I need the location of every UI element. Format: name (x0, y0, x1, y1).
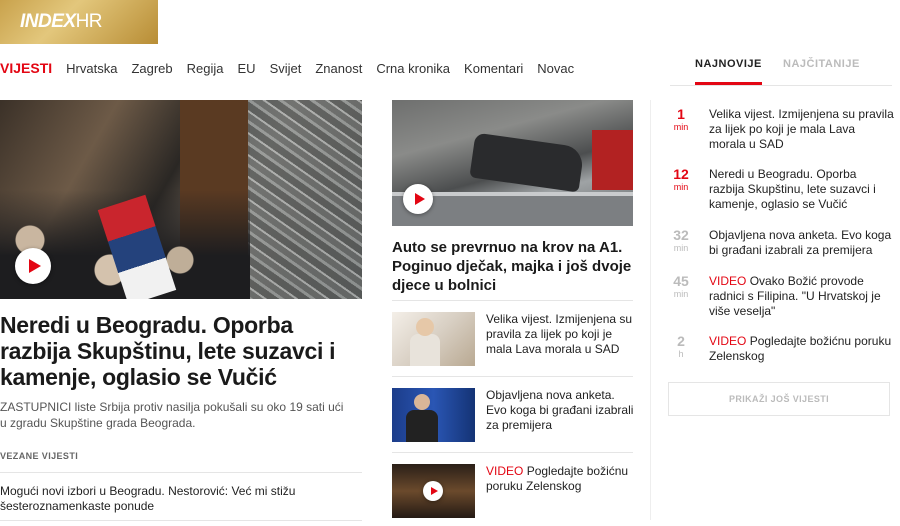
list-item[interactable]: Velika vijest. Izmijenjena su pravila za… (392, 312, 633, 368)
related-news-link[interactable]: Mogući novi izbori u Beogradu. Nestorovi… (0, 484, 350, 514)
image-detail (406, 410, 438, 442)
image-detail (469, 132, 585, 193)
image-detail (414, 394, 430, 410)
video-tag: VIDEO (486, 464, 524, 478)
related-news-label: VEZANE VIJESTI (0, 451, 79, 461)
middle-story-title[interactable]: Auto se prevrnuo na krov na A1. Poginuo … (392, 238, 632, 295)
feed-time: 12 min (673, 166, 689, 193)
image-detail (410, 334, 440, 366)
story-thumbnail (392, 312, 475, 366)
play-icon[interactable] (15, 248, 51, 284)
show-more-button[interactable]: PRIKAŽI JOŠ VIJESTI (668, 382, 890, 416)
image-detail (248, 100, 362, 299)
divider (0, 520, 362, 521)
nav-item-znanost[interactable]: Znanost (315, 61, 362, 76)
nav-item-novac[interactable]: Novac (537, 61, 574, 76)
list-item[interactable]: VIDEO Pogledajte božićnu poruku Zelensko… (392, 464, 633, 520)
story-thumbnail (392, 464, 475, 518)
main-nav: VIJESTI Hrvatska Zagreb Regija EU Svijet… (0, 58, 588, 78)
site-logo[interactable]: INDEXHR (0, 0, 158, 44)
logo-text: INDEXHR (20, 11, 103, 32)
image-detail (592, 130, 633, 190)
feed-title: VIDEO Pogledajte božićnu poruku Zelensko… (709, 334, 892, 363)
lead-story-subtitle: ZASTUPNICI liste Srbija protiv nasilja p… (0, 400, 344, 430)
nav-item-regija[interactable]: Regija (187, 61, 224, 76)
divider (392, 376, 633, 377)
story-title: Velika vijest. Izmijenjena su pravila za… (486, 312, 633, 356)
play-icon[interactable] (423, 481, 443, 501)
list-item[interactable]: Objavljena nova anketa. Evo koga bi građ… (392, 388, 633, 444)
feed-time: 2h (677, 333, 685, 360)
lead-story-title[interactable]: Neredi u Beogradu. Oporba razbija Skupšt… (0, 312, 360, 390)
divider (392, 300, 633, 301)
nav-item-svijet[interactable]: Svijet (270, 61, 302, 76)
nav-section-vijesti[interactable]: VIJESTI (0, 60, 52, 76)
lead-story-image[interactable] (0, 100, 362, 299)
tab-najcitanije[interactable]: NAJČITANIJE (783, 58, 860, 70)
divider (0, 472, 362, 473)
feed-title: VIDEO Ovako Božić provode radnici s Fili… (709, 274, 881, 318)
feed-title: Velika vijest. Izmijenjena su pravila za… (709, 107, 894, 151)
feed-title: Neredi u Beogradu. Oporba razbija Skupšt… (709, 167, 876, 211)
feed-tabs: NAJNOVIJE NAJČITANIJE (670, 58, 892, 86)
story-title: VIDEO Pogledajte božićnu poruku Zelensko… (486, 464, 629, 493)
nav-item-zagreb[interactable]: Zagreb (131, 61, 172, 76)
image-detail (416, 318, 434, 336)
divider (392, 452, 633, 453)
nav-item-eu[interactable]: EU (238, 61, 256, 76)
feed-time: 32 min (673, 227, 689, 254)
tab-najnovije[interactable]: NAJNOVIJE (695, 58, 762, 85)
divider (650, 100, 651, 520)
nav-item-crna-kronika[interactable]: Crna kronika (376, 61, 450, 76)
nav-item-komentari[interactable]: Komentari (464, 61, 523, 76)
story-thumbnail (392, 388, 475, 442)
feed-title: Objavljena nova anketa. Evo koga bi građ… (709, 228, 892, 257)
story-title: Objavljena nova anketa. Evo koga bi građ… (486, 388, 634, 432)
play-icon[interactable] (403, 184, 433, 214)
feed-time: 45 min (673, 273, 689, 300)
feed-time: 1 min (673, 106, 689, 133)
nav-item-hrvatska[interactable]: Hrvatska (66, 61, 117, 76)
middle-story-image[interactable] (392, 100, 633, 226)
